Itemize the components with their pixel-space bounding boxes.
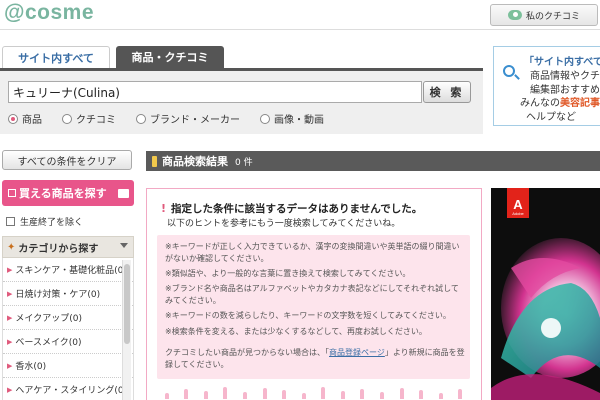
radio-circle [62,113,72,124]
scrollbar-thumb[interactable] [124,264,130,344]
promo-line: みんなの美容記事 [520,98,600,109]
star-icon: ✦ [7,241,16,253]
category-header-label: カテゴリから探す [18,243,99,255]
tab-product-review[interactable]: 商品・クチコミ [116,46,224,68]
clear-conditions-button[interactable]: すべての条件をクリア [2,150,132,170]
arrow-icon: ▶ [7,337,13,346]
search-icon [503,65,515,77]
bottle-icon [152,155,157,167]
hint-text: ※類似語や、より一般的な言葉に置き換えて検索してみてください。 [165,269,411,278]
ad-artwork [491,188,600,400]
exclamation-icon: ! [161,202,167,215]
hint-text: ※ブランド名や商品名はアルファベットやカタカナ表記などにしてそれぞれ試してみてく… [165,284,459,305]
results-title: 商品検索結果 [162,155,228,168]
no-results-panel: ! 指定した条件に該当するデータはありませんでした。 以下のヒントを参考にもう一… [146,188,482,400]
register-product-link[interactable]: 商品登録ページ [329,348,385,357]
category-item[interactable]: ▶ メイクアップ(0) [3,306,133,330]
exclude-discontinued-checkbox[interactable]: 生産終了を除く [6,215,83,228]
category-list: ▶ スキンケア・基礎化粧品(0) ▶ 日焼け対策・ケア(0) ▶ メイクアップ(0) … [2,258,134,400]
category-item[interactable]: ▶ ヘアケア・スタイリング(0) [3,378,133,400]
site-search-promo[interactable]: 「サイト内すべて 商品情報やクチ 編集部おすすめ みんなの美容記事 ヘルプなど [493,46,600,126]
radio-circle [8,113,18,124]
hint-text: ※キーワードの数を減らしたり、キーワードの文字数を短くしてみてください。 [165,311,451,320]
results-header: 商品検索結果 0 件 [146,151,600,171]
radio-label: クチコミ [76,115,116,126]
category-header[interactable]: ✦ カテゴリから探す [2,236,134,258]
search-panel: サイト内すべて 商品・クチコミ 検 索 商品 クチコミ ブランド・メーカー 画像… [0,46,483,134]
my-cosme-label: 私のクチコミ [525,11,580,22]
hint-text: ※検索条件を変える、または少なくするなどして、再度お試しください。 [165,327,427,336]
shopping-bag-icon [117,188,129,198]
radio-label: 商品 [22,115,42,126]
register-hint: クチコミしたい商品が見つからない場合は、「商品登録ページ」より新規に商品を登録し… [165,348,465,369]
category-scrollbar[interactable] [122,260,131,400]
buyable-label: 買える商品を探す [19,187,107,200]
radio-brand[interactable]: ブランド・メーカー [136,111,240,126]
no-results-title: ! 指定した条件に該当するデータはありませんでした。 [161,202,423,215]
adobe-logo: A Adobe [507,188,529,218]
arrow-icon: ▶ [7,289,13,298]
promo-line: ヘルプなど [526,112,576,123]
no-results-subtitle: 以下のヒントを参考にもう一度検索してみてくださいね。 [167,219,401,229]
arrow-icon: ▶ [7,385,13,394]
radio-circle [260,113,270,124]
search-type-radios: 商品 クチコミ ブランド・メーカー 画像・動画 [8,111,344,126]
chat-bubble-icon [507,10,522,20]
exclude-discontinued-label: 生産終了を除く [20,218,84,228]
radio-product[interactable]: 商品 [8,111,42,126]
category-item[interactable]: ▶ スキンケア・基礎化粧品(0) [3,258,133,282]
hints-box: ※キーワードが正しく入力できているか、漢字の変換間違いや英単語の綴り間違いがない… [157,235,470,379]
decorative-cosmetics-row [157,385,470,399]
search-input[interactable] [8,81,422,103]
adobe-ad-banner[interactable]: A Adobe [491,188,600,400]
radio-label: 画像・動画 [274,115,324,126]
buyable-products-button[interactable]: 買える商品を探す [2,180,134,206]
radio-media[interactable]: 画像・動画 [260,111,324,126]
category-item[interactable]: ▶ ベースメイク(0) [3,330,133,354]
radio-circle [136,113,146,124]
arrow-icon: ▶ [7,361,13,370]
tab-site-all[interactable]: サイト内すべて [2,46,110,68]
cosme-logo[interactable]: @cosme [4,1,94,25]
chevron-down-icon [120,243,128,248]
checkbox-icon [8,189,16,197]
checkbox[interactable] [6,217,15,226]
search-box: 検 索 商品 クチコミ ブランド・メーカー 画像・動画 [0,68,483,134]
results-count: 0 件 [235,157,253,168]
radio-review[interactable]: クチコミ [62,111,116,126]
site-header: @cosme 私のクチコミ [0,0,600,30]
radio-label: ブランド・メーカー [150,115,240,126]
promo-line: 「サイト内すべて [524,57,600,68]
arrow-icon: ▶ [7,313,13,322]
category-item[interactable]: ▶ 日焼け対策・ケア(0) [3,282,133,306]
promo-line: 商品情報やクチ [530,71,600,82]
arrow-icon: ▶ [7,265,13,274]
search-button[interactable]: 検 索 [423,81,471,103]
category-item[interactable]: ▶ 香水(0) [3,354,133,378]
my-cosme-button[interactable]: 私のクチコミ [490,4,598,26]
hint-text: ※キーワードが正しく入力できているか、漢字の変換間違いや英単語の綴り間違いがない… [165,242,460,263]
